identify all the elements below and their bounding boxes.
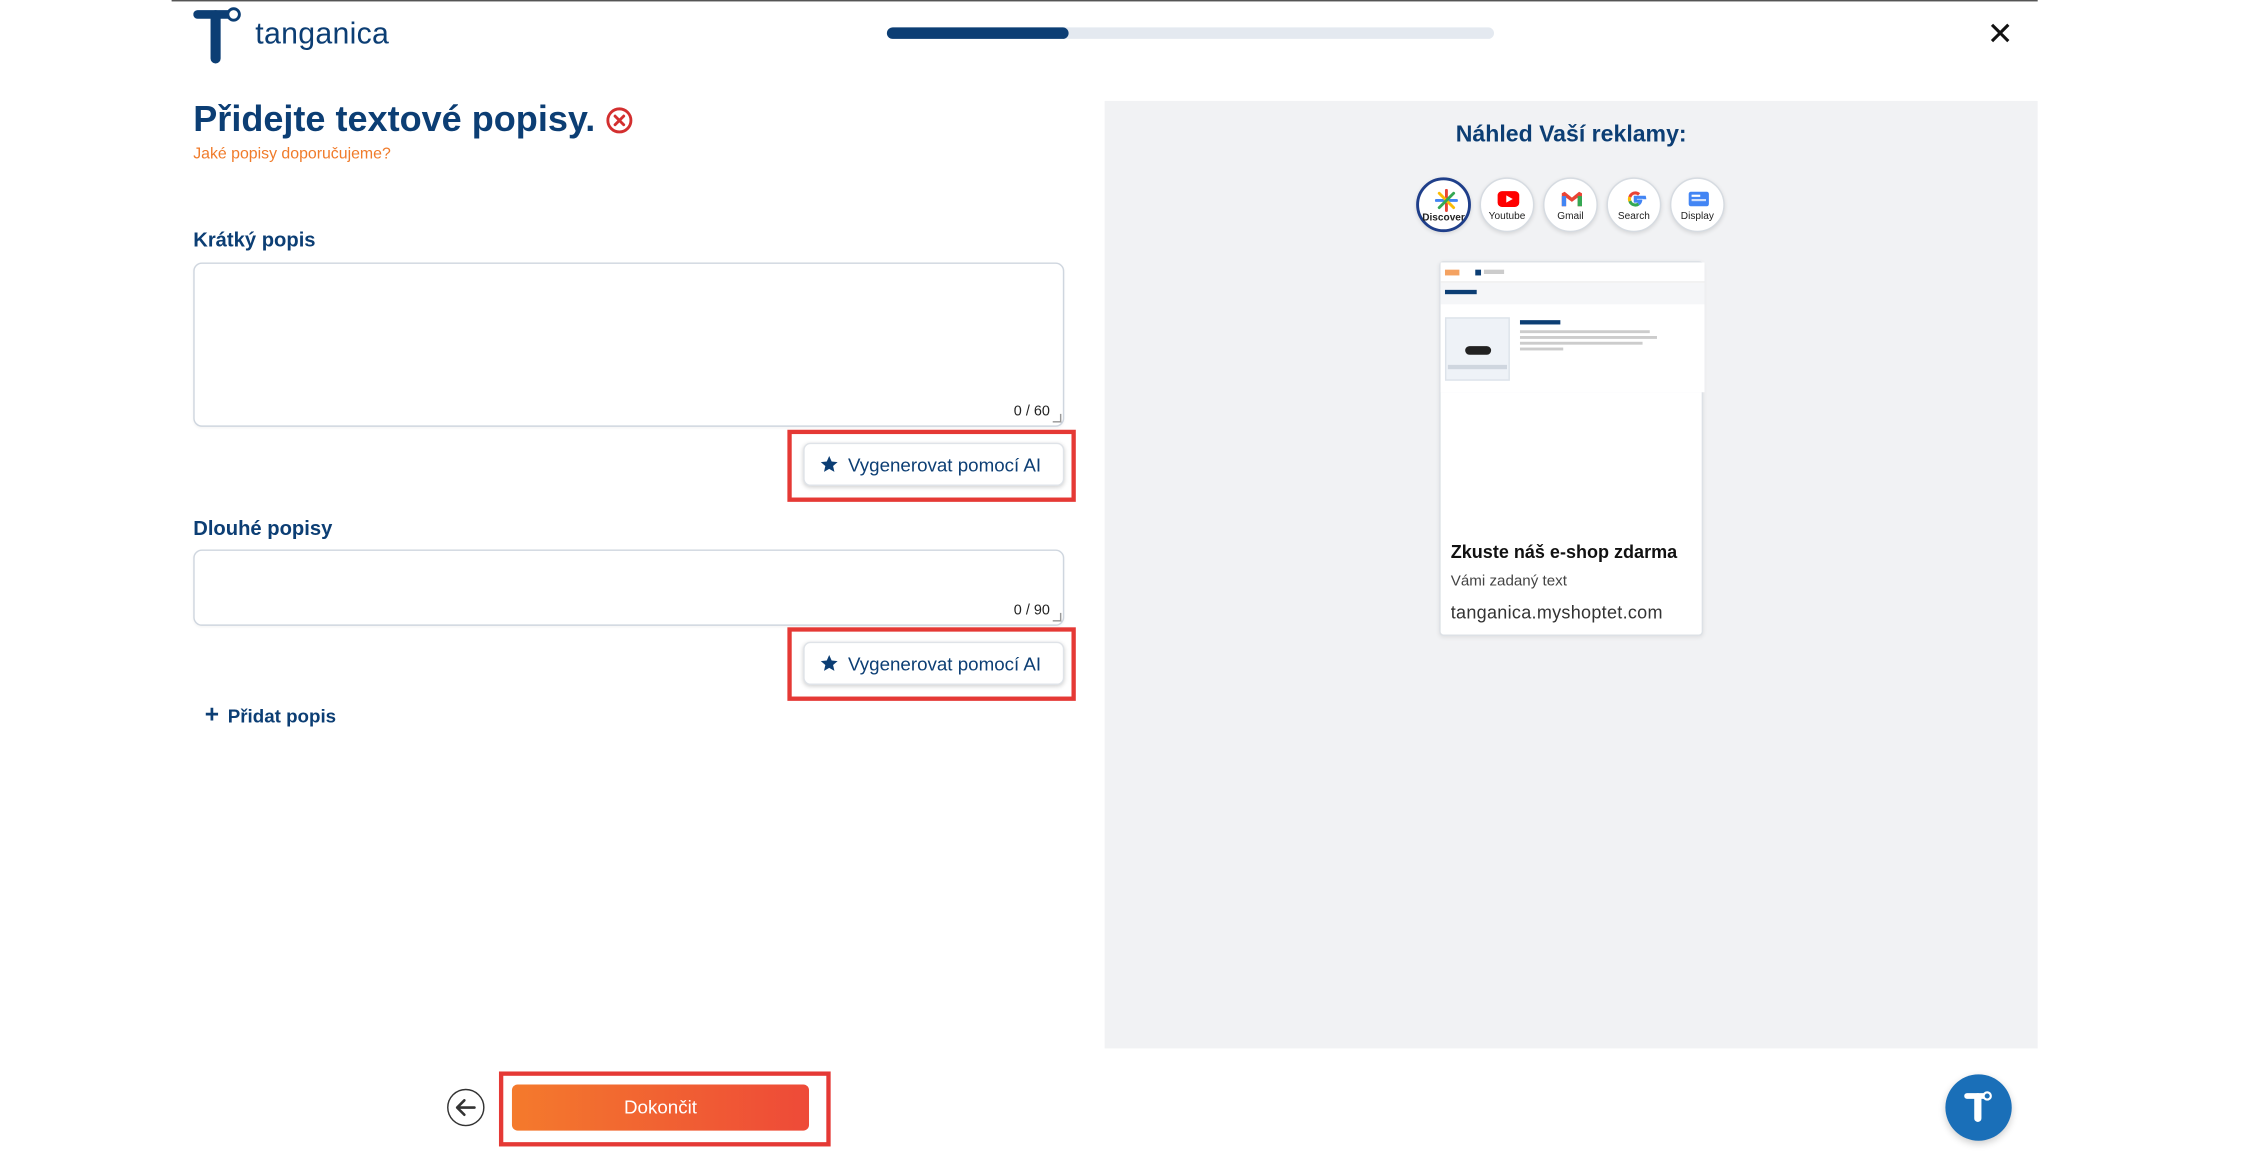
back-button[interactable] (447, 1088, 485, 1127)
close-button[interactable]: ✕ (1980, 14, 2020, 54)
channel-label: Youtube (1488, 211, 1526, 223)
channel-search-button[interactable]: Search (1606, 177, 1662, 233)
generate-ai-label: Vygenerovat pomocí AI (847, 652, 1042, 675)
resize-handle-icon[interactable] (1052, 413, 1062, 423)
generate-ai-long-button[interactable]: Vygenerovat pomocí AI (803, 641, 1065, 685)
preview-title: Náhled Vaší reklamy: (1455, 122, 1687, 148)
arrow-left-icon (455, 1099, 476, 1117)
long-description-label: Dlouhé popisy (193, 516, 333, 540)
ad-preview-card: Zkuste náš e-shop zdarma Vámi zadaný tex… (1439, 261, 1705, 636)
short-description-input[interactable] (193, 262, 1065, 427)
long-description-input[interactable] (193, 549, 1065, 626)
channel-youtube-button[interactable]: Youtube (1479, 177, 1535, 233)
page-title: Přidejte textové popisy. (193, 99, 596, 140)
close-circle-icon[interactable] (606, 107, 633, 134)
channel-display-button[interactable]: Display (1669, 177, 1725, 233)
progress-fill (886, 27, 1070, 39)
channel-label: Search (1617, 211, 1650, 223)
channel-label: Gmail (1557, 211, 1584, 223)
plus-icon: + (204, 700, 220, 729)
channel-label: Discover (1422, 213, 1465, 224)
add-description-label: Přidat popis (227, 704, 337, 727)
channel-gmail-button[interactable]: Gmail (1543, 177, 1598, 233)
top-border-line (171, 0, 2038, 2)
star-icon (820, 455, 838, 472)
display-icon (1688, 191, 1709, 207)
generate-ai-short-button[interactable]: Vygenerovat pomocí AI (803, 442, 1065, 486)
gmail-icon (1561, 191, 1582, 207)
discover-icon (1434, 188, 1458, 212)
resize-handle-icon[interactable] (1052, 612, 1062, 622)
recommended-descriptions-link[interactable]: Jaké popisy doporučujeme? (193, 146, 391, 163)
add-description-button[interactable]: + Přidat popis (205, 702, 336, 728)
star-icon (820, 654, 838, 671)
ad-image-thumbnail (1440, 262, 1705, 393)
logo-wordmark: tanganica (255, 17, 390, 51)
google-search-icon (1627, 191, 1647, 207)
short-description-counter: 0 / 60 (1013, 403, 1050, 420)
wizard-progress-bar (886, 27, 1495, 39)
ad-display-url: tanganica.myshoptet.com (1450, 602, 1663, 623)
finish-button[interactable]: Dokončit (511, 1084, 810, 1131)
ad-headline: Zkuste náš e-shop zdarma (1450, 542, 1678, 563)
channel-discover-button[interactable]: Discover (1416, 177, 1471, 233)
ad-description: Vámi zadaný text (1450, 572, 1567, 590)
short-description-label: Krátký popis (193, 227, 316, 251)
channel-label: Display (1680, 211, 1714, 223)
ad-preview-panel: Náhled Vaší reklamy: Discover Youtube Gm… (1104, 100, 2038, 1049)
tanganica-help-button[interactable] (1945, 1074, 2012, 1141)
long-description-counter: 0 / 90 (1013, 602, 1050, 619)
tanganica-logo-icon (193, 6, 242, 64)
generate-ai-label: Vygenerovat pomocí AI (847, 453, 1042, 476)
youtube-icon (1497, 191, 1520, 207)
tanganica-logo-icon (1964, 1091, 1992, 1122)
